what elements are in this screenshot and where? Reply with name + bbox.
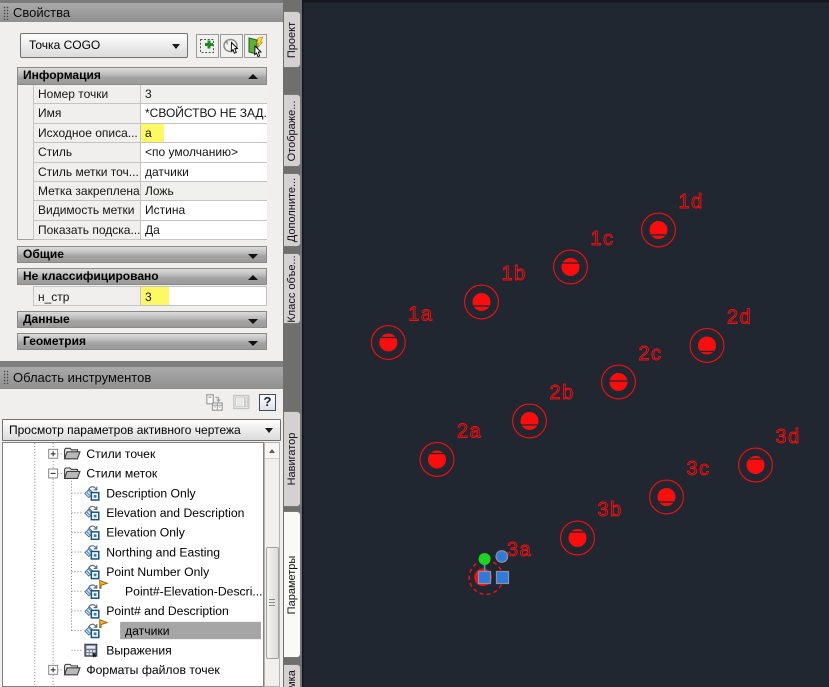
svg-text:3b: 3b	[598, 499, 623, 521]
svg-text:2a: 2a	[457, 421, 482, 443]
svg-text:1a: 1a	[408, 304, 433, 326]
svg-text:2d: 2d	[727, 307, 752, 329]
svg-text:Выражения: Выражения	[106, 643, 172, 657]
svg-text:Point Number Only: Point Number Only	[106, 565, 210, 579]
svg-text:1d: 1d	[679, 191, 704, 213]
svg-text:3d: 3d	[776, 426, 801, 448]
svg-text:датчики: датчики	[125, 624, 170, 638]
svg-text:Northing and Easting: Northing and Easting	[106, 545, 220, 559]
svg-text:Стили точек: Стили точек	[86, 447, 156, 461]
svg-text:3a: 3a	[507, 539, 532, 561]
svg-text:Elevation and Description: Elevation and Description	[106, 506, 244, 520]
svg-text:Elevation Only: Elevation Only	[106, 526, 185, 540]
svg-text:2b: 2b	[550, 382, 575, 404]
svg-text:3c: 3c	[687, 458, 711, 480]
svg-text:2c: 2c	[639, 343, 663, 365]
svg-text:Форматы файлов точек: Форматы файлов точек	[86, 663, 220, 677]
svg-text:1b: 1b	[502, 263, 527, 285]
svg-text:Point# and Description: Point# and Description	[106, 604, 229, 618]
svg-text:Стили меток: Стили меток	[86, 467, 157, 481]
svg-text:1c: 1c	[591, 228, 615, 250]
svg-text:Point#-Elevation-Descri...: Point#-Elevation-Descri...	[125, 585, 263, 599]
svg-text:Description Only: Description Only	[106, 486, 196, 500]
